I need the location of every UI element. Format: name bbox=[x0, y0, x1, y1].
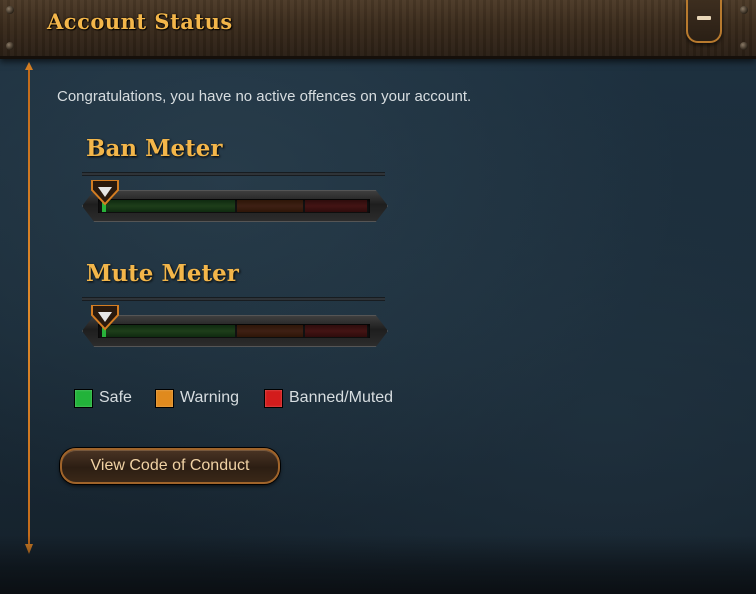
side-border-cap bbox=[25, 62, 33, 70]
rivet-icon bbox=[740, 42, 748, 50]
torn-edge-decoration bbox=[0, 535, 756, 594]
account-status-panel: Account Status Congratulations, you have… bbox=[0, 0, 756, 594]
meter-segment-safe bbox=[102, 200, 235, 212]
safe-swatch-icon bbox=[74, 388, 93, 408]
legend-item-banned-muted: Banned/Muted bbox=[264, 387, 393, 409]
legend-label: Warning bbox=[180, 389, 239, 406]
side-border-line bbox=[28, 68, 30, 546]
rivet-icon bbox=[6, 42, 14, 50]
legend-item-warning: Warning bbox=[155, 387, 239, 409]
meter-track bbox=[98, 324, 370, 338]
view-code-of-conduct-button[interactable]: View Code of Conduct bbox=[60, 448, 280, 484]
legend-label: Banned/Muted bbox=[289, 389, 394, 406]
meter-pointer-icon bbox=[91, 305, 119, 331]
meter-segment-warning bbox=[237, 325, 303, 337]
mute-meter-title: Mute Meter bbox=[86, 260, 239, 287]
collapse-button[interactable] bbox=[686, 0, 722, 43]
meter-segment-banned bbox=[305, 200, 367, 212]
meter-divider bbox=[82, 297, 385, 301]
panel-header: Account Status bbox=[0, 0, 756, 59]
meter-divider bbox=[82, 172, 385, 176]
legend-item-safe: Safe bbox=[74, 387, 132, 409]
rivet-icon bbox=[740, 6, 748, 14]
meter-pointer-icon bbox=[91, 180, 119, 206]
status-message: Congratulations, you have no active offe… bbox=[57, 88, 472, 105]
warning-swatch-icon bbox=[155, 388, 174, 408]
panel-title: Account Status bbox=[47, 9, 233, 34]
meter-track bbox=[98, 199, 370, 213]
rivet-icon bbox=[6, 6, 14, 14]
meter-segment-banned bbox=[305, 325, 367, 337]
meter-segment-safe bbox=[102, 325, 235, 337]
ban-meter bbox=[74, 180, 394, 224]
meter-segment-warning bbox=[237, 200, 303, 212]
minus-icon bbox=[697, 16, 711, 20]
banned-swatch-icon bbox=[264, 388, 283, 408]
legend-label: Safe bbox=[99, 389, 132, 406]
mute-meter bbox=[74, 305, 394, 349]
ban-meter-title: Ban Meter bbox=[86, 135, 223, 162]
